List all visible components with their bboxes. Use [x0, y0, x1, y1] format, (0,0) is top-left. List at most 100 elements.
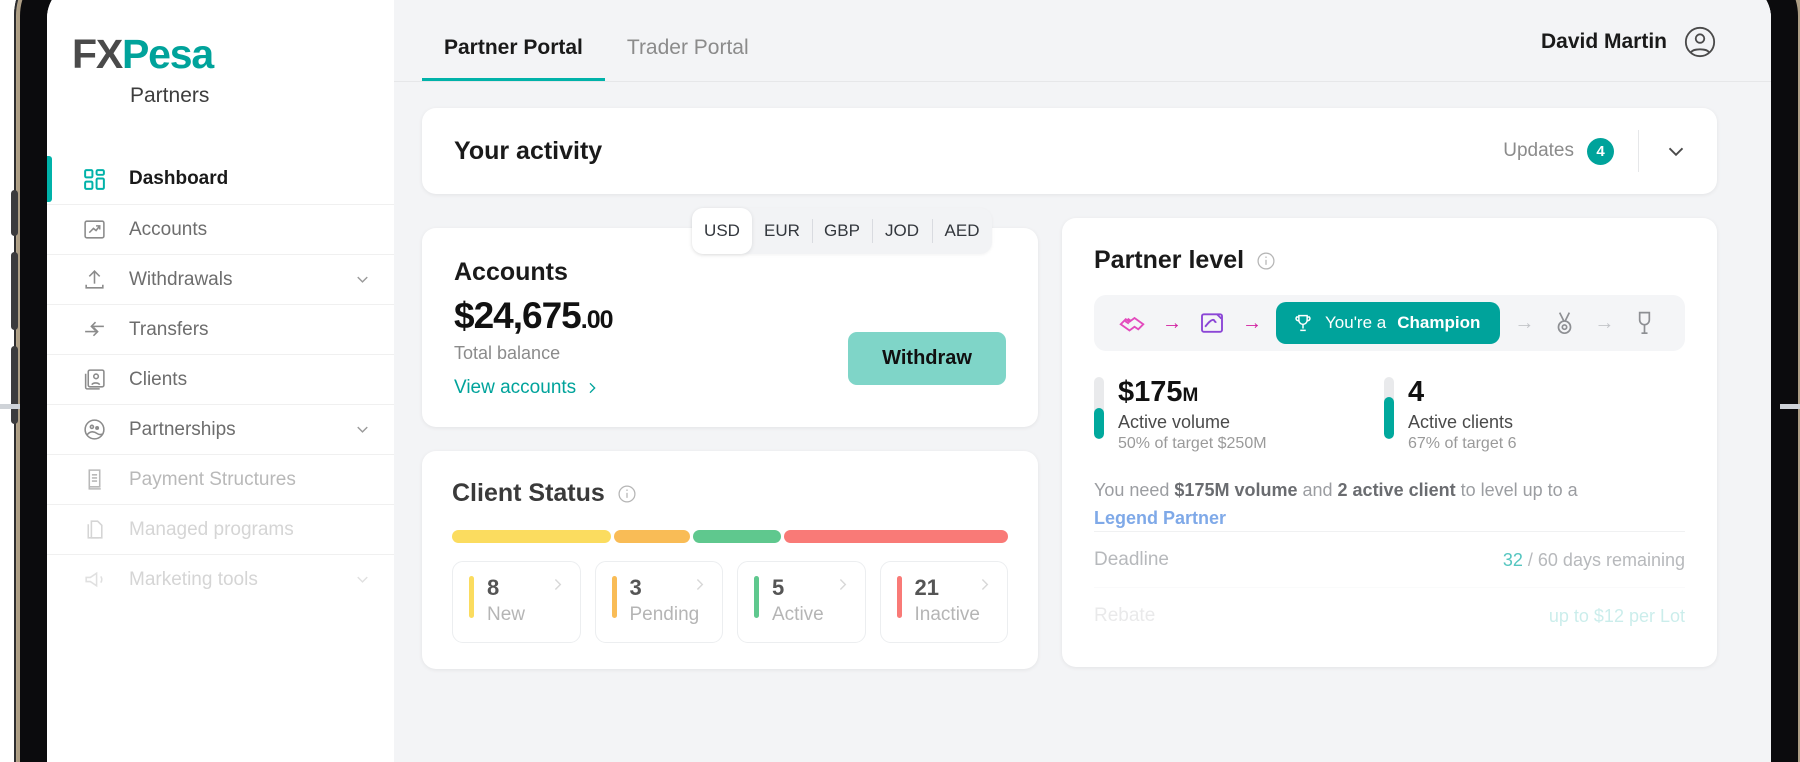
level-up-message: You need $175M volume and 2 active clien…: [1094, 477, 1685, 531]
arrow-right-icon: →: [1162, 311, 1182, 334]
trophy-icon: [1295, 314, 1311, 332]
partner-level-track: → → You're a Champion → →: [1094, 295, 1685, 351]
sidebar: FXPesa Partners Dashboard Accounts Withd…: [47, 0, 394, 762]
sidebar-item-label: Marketing tools: [129, 568, 258, 590]
currency-tab-aed[interactable]: AED: [932, 208, 992, 254]
partnership-icon: [79, 415, 109, 445]
stat-value: $175M: [1118, 376, 1199, 408]
status-accent-bar: [469, 576, 474, 618]
logo[interactable]: FXPesa Partners: [47, 0, 394, 108]
app-root: FXPesa Partners Dashboard Accounts Withd…: [47, 0, 1771, 762]
activity-expand-chevron-down-icon[interactable]: [1663, 138, 1689, 164]
status-segment-inactive: [783, 530, 1008, 543]
tab-partner-portal[interactable]: Partner Portal: [422, 36, 605, 81]
partner-level-title: Partner level: [1094, 246, 1245, 274]
medal-icon[interactable]: [1544, 309, 1584, 338]
activity-controls: Updates 4: [1503, 130, 1689, 172]
chevron-right-icon: [834, 576, 851, 593]
levelup-volume: $175M volume: [1174, 479, 1298, 500]
left-column: USD EUR GBP JOD AED Accounts $24,675.00 …: [422, 208, 1038, 669]
signature-icon[interactable]: [1192, 308, 1232, 338]
clients-icon: [79, 365, 109, 395]
currency-tab-usd[interactable]: USD: [692, 208, 752, 254]
status-accent-bar: [754, 576, 759, 618]
avatar-icon[interactable]: [1683, 25, 1717, 59]
currency-tab-jod[interactable]: JOD: [872, 208, 932, 254]
handshake-icon[interactable]: [1112, 308, 1152, 338]
user-menu[interactable]: David Martin: [1541, 25, 1717, 81]
sidebar-item-transfers[interactable]: Transfers: [47, 304, 394, 354]
stat-suffix: M: [1182, 385, 1199, 406]
chevron-right-icon: [976, 576, 993, 593]
transfer-icon: [79, 315, 109, 345]
currency-tab-eur[interactable]: EUR: [752, 208, 812, 254]
status-value: 8: [487, 575, 500, 600]
status-box-active[interactable]: 5 Active: [737, 561, 866, 643]
sidebar-item-payment-structures[interactable]: Payment Structures: [47, 454, 394, 504]
status-box-new[interactable]: 8 New: [452, 561, 581, 643]
status-segment-new: [452, 530, 611, 543]
chevron-down-icon[interactable]: [353, 270, 372, 289]
status-segment-active: [693, 530, 781, 543]
withdraw-button[interactable]: Withdraw: [848, 332, 1006, 385]
logo-subtitle: Partners: [130, 84, 210, 107]
currency-tab-gbp[interactable]: GBP: [812, 208, 872, 254]
status-accent-bar: [896, 576, 902, 618]
levelup-text-2: and: [1297, 479, 1338, 500]
sidebar-item-dashboard[interactable]: Dashboard: [47, 154, 394, 204]
document-icon: [79, 465, 109, 495]
megaphone-icon: [79, 565, 109, 595]
device-antenna-line-right: [1780, 404, 1800, 409]
award-icon[interactable]: [1624, 309, 1664, 338]
updates-badge: 4: [1587, 137, 1614, 165]
progress-bar-vertical: [1094, 377, 1104, 439]
sidebar-item-managed-programs[interactable]: Managed programs: [47, 504, 394, 554]
updates-label: Updates: [1503, 140, 1574, 161]
sidebar-item-marketing-tools[interactable]: Marketing tools: [47, 554, 394, 604]
right-column: Partner level → → You're a Champion → → …: [1062, 218, 1717, 669]
legend-partner-link[interactable]: Legend Partner: [1094, 505, 1685, 531]
status-value: 21: [914, 575, 939, 600]
sidebar-fade-overlay: [47, 712, 394, 762]
sidebar-nav: Dashboard Accounts Withdrawals Transfers…: [47, 154, 394, 604]
sidebar-item-label: Withdrawals: [129, 268, 233, 290]
device-screen: FXPesa Partners Dashboard Accounts Withd…: [47, 0, 1771, 762]
status-accent-bar: [611, 576, 617, 618]
main-area: Partner Portal Trader Portal David Marti…: [394, 0, 1771, 762]
sidebar-item-partnerships[interactable]: Partnerships: [47, 404, 394, 454]
partner-level-card: Partner level → → You're a Champion → → …: [1062, 218, 1717, 668]
status-value: 5: [772, 575, 785, 600]
status-segment-pending: [613, 530, 691, 543]
info-icon[interactable]: [1256, 251, 1276, 271]
sidebar-item-label: Partnerships: [129, 418, 236, 440]
deadline-value: 32 / 60 days remaining: [1502, 549, 1685, 570]
arrow-right-icon: →: [1594, 311, 1615, 334]
sidebar-item-clients[interactable]: Clients: [47, 354, 394, 404]
client-status-card: Client Status 8 New 3 Pending 5 Active 2…: [422, 451, 1038, 669]
chevron-down-icon[interactable]: [353, 570, 372, 589]
deadline-row: Deadline 32 / 60 days remaining: [1094, 531, 1685, 587]
rebate-value: up to $12 per Lot: [1548, 605, 1685, 626]
tab-trader-portal[interactable]: Trader Portal: [605, 36, 771, 81]
chevron-down-icon[interactable]: [353, 420, 372, 439]
accounts-card: Accounts $24,675.00 Total balance View a…: [422, 228, 1038, 427]
deadline-label: Deadline: [1094, 549, 1169, 571]
sidebar-item-label: Managed programs: [129, 518, 294, 540]
info-icon[interactable]: [617, 484, 637, 504]
arrow-right-icon: →: [1242, 311, 1262, 334]
chevron-right-icon: [589, 382, 596, 394]
balance-major: $24,675: [454, 295, 582, 336]
arrow-right-icon: →: [1514, 311, 1535, 334]
sidebar-item-accounts[interactable]: Accounts: [47, 204, 394, 254]
device-antenna-line-left: [0, 404, 20, 409]
sidebar-item-withdrawals[interactable]: Withdrawals: [47, 254, 394, 304]
levelup-text-1: You need: [1094, 479, 1175, 500]
status-box-pending[interactable]: 3 Pending: [594, 561, 723, 643]
status-box-inactive[interactable]: 21 Inactive: [879, 561, 1008, 643]
stat-label: Active volume: [1118, 411, 1231, 432]
current-level-badge[interactable]: You're a Champion: [1276, 302, 1501, 344]
view-accounts-link[interactable]: View accounts: [454, 377, 600, 399]
sidebar-item-label: Dashboard: [129, 168, 229, 189]
partner-level-header: Partner level: [1094, 246, 1685, 275]
status-label: Inactive: [914, 604, 980, 625]
